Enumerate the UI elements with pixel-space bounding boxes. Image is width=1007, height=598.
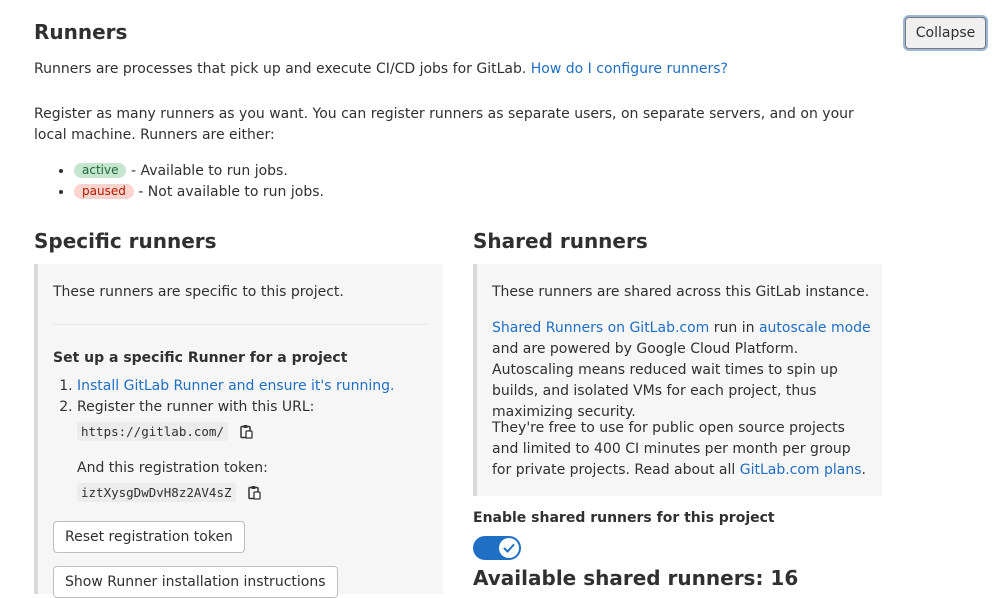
divider: [53, 324, 428, 325]
setup-steps: Install GitLab Runner and ensure it's ru…: [53, 376, 437, 507]
page-title: Runners: [34, 20, 128, 44]
clipboard-icon[interactable]: [248, 484, 261, 508]
url-row: https://gitlab.com/: [77, 420, 437, 444]
plans-link[interactable]: GitLab.com plans: [740, 462, 862, 478]
setup-title: Set up a specific Runner for a project: [53, 350, 348, 366]
intro-description: Runners are processes that pick up and e…: [34, 61, 527, 77]
clipboard-icon[interactable]: [240, 423, 254, 447]
list-item: Register the runner with this URL: https…: [77, 397, 437, 505]
shared-runners-link[interactable]: Shared Runners on GitLab.com: [492, 320, 709, 336]
show-instructions-button[interactable]: Show Runner installation instructions: [53, 566, 338, 598]
specific-runners-panel: These runners are specific to this proje…: [34, 264, 443, 598]
active-description: - Available to run jobs.: [130, 163, 288, 179]
specific-runners-description: These runners are specific to this proje…: [53, 284, 344, 300]
active-badge: active: [74, 163, 127, 178]
runner-states-list: active - Available to run jobs. paused -…: [34, 161, 324, 203]
shared-runners-panel: These runners are shared across this Git…: [473, 264, 882, 496]
registration-token: iztXysgDwDvH8z2AV4sZ: [77, 483, 236, 502]
token-label: And this registration token:: [77, 460, 268, 476]
available-runners-title: Available shared runners: 16: [473, 566, 799, 590]
list-item: active - Available to run jobs.: [74, 161, 324, 182]
paused-description: - Not available to run jobs.: [138, 184, 324, 200]
configure-runners-link[interactable]: How do I configure runners?: [531, 61, 728, 77]
shared-runners-toggle[interactable]: [473, 536, 521, 560]
paused-badge: paused: [74, 184, 134, 199]
specific-runners-title: Specific runners: [34, 229, 217, 253]
check-icon: [503, 544, 515, 553]
register-url-label: Register the runner with this URL:: [77, 399, 315, 415]
period: .: [861, 462, 866, 478]
shared-runners-toggle-label: Enable shared runners for this project: [473, 510, 775, 526]
runner-url: https://gitlab.com/: [77, 422, 228, 441]
token-row: iztXysgDwDvH8z2AV4sZ: [77, 481, 437, 505]
reset-token-button[interactable]: Reset registration token: [53, 521, 245, 553]
shared-runners-title: Shared runners: [473, 229, 648, 253]
autoscale-link[interactable]: autoscale mode: [759, 320, 871, 336]
install-runner-link[interactable]: Install GitLab Runner and ensure it's ru…: [77, 378, 394, 394]
list-item: paused - Not available to run jobs.: [74, 182, 324, 203]
intro-text: Runners are processes that pick up and e…: [34, 59, 728, 79]
toggle-knob: [499, 538, 519, 558]
shared-runners-pricing: They're free to use for public open sour…: [492, 418, 872, 481]
register-text: Register as many runners as you want. Yo…: [34, 106, 854, 143]
shared-runners-info: Shared Runners on GitLab.com run in auto…: [492, 318, 872, 423]
collapse-button[interactable]: Collapse: [905, 17, 986, 49]
shared-runners-description: These runners are shared across this Git…: [492, 284, 870, 300]
run-in-text: run in: [713, 320, 755, 336]
autoscale-description: and are powered by Google Cloud Platform…: [492, 341, 838, 420]
list-item: Install GitLab Runner and ensure it's ru…: [77, 376, 437, 397]
